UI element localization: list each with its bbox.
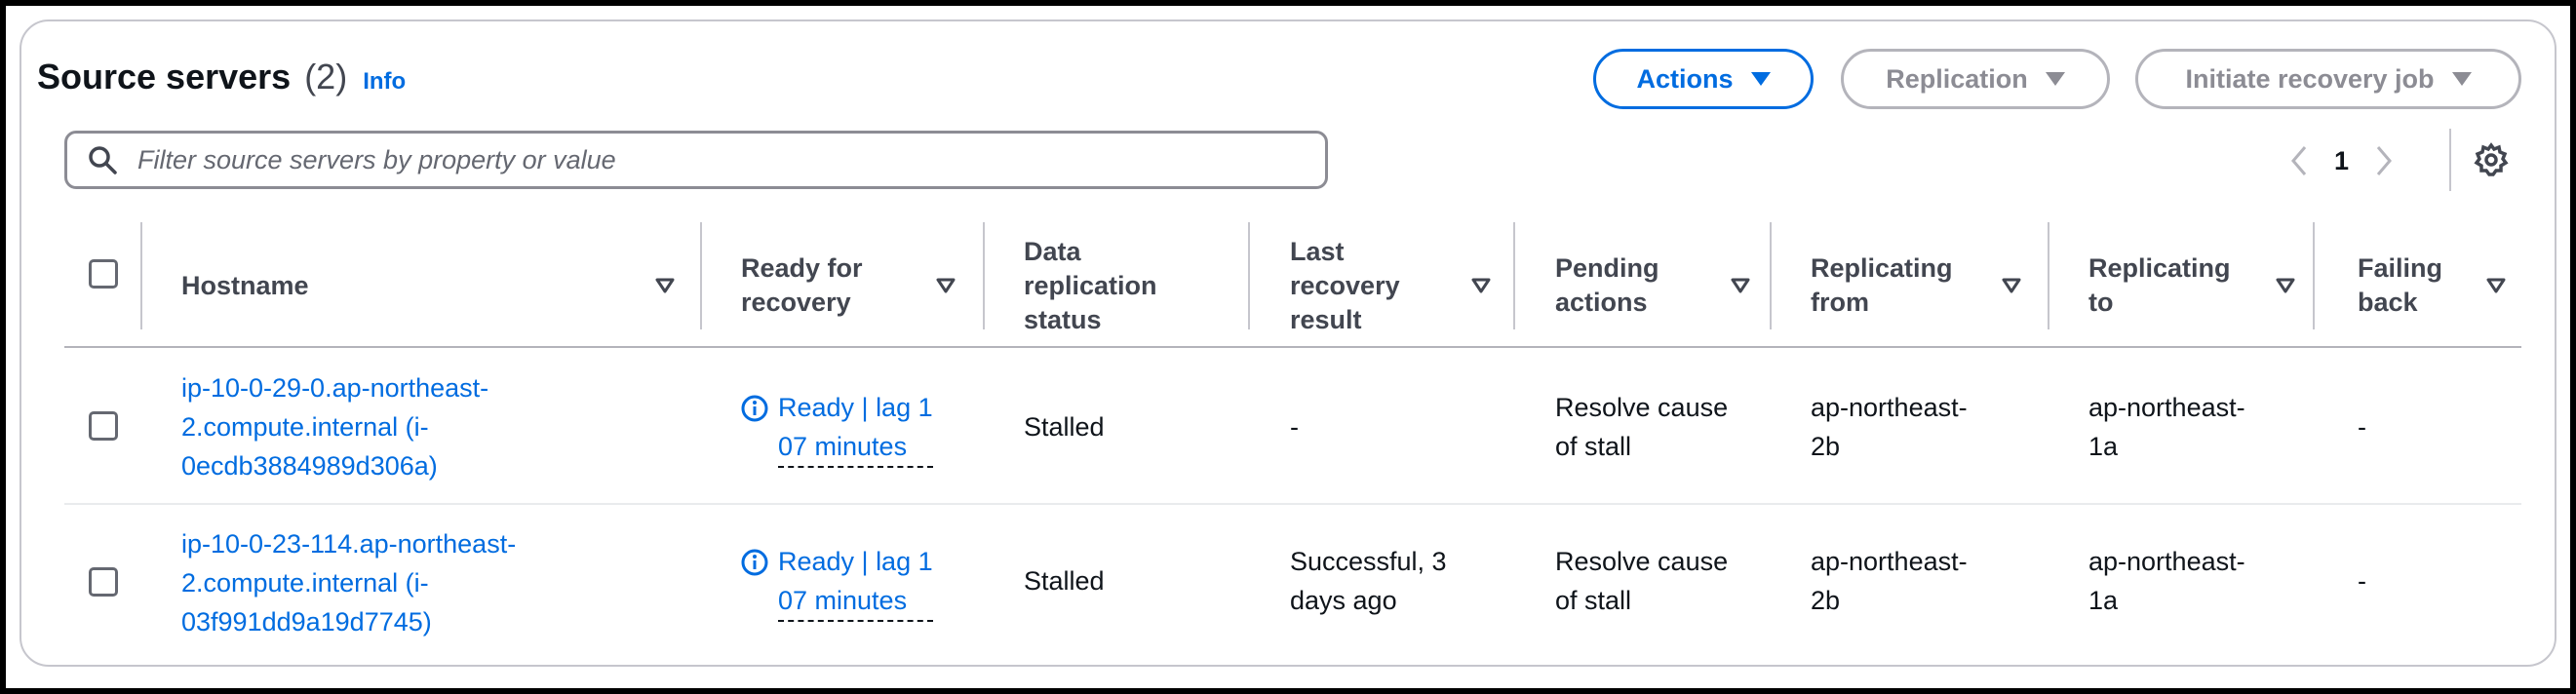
- last-recovery-value: Successful, 3 days ago: [1290, 547, 1447, 615]
- column-header-failing-back[interactable]: Failing back: [2358, 224, 2506, 347]
- current-page-number[interactable]: 1: [2334, 146, 2349, 176]
- hostname-link[interactable]: ip-10-0-23-114.ap-northeast- 2.compute.i…: [181, 524, 516, 641]
- ready-status-label[interactable]: Ready | lag 1 07 minutes: [778, 542, 933, 622]
- column-divider: [1770, 222, 1772, 329]
- column-header-label: Pending actions: [1555, 253, 1659, 317]
- column-divider: [700, 222, 702, 329]
- replicating-from-value: ap-northeast- 2b: [1811, 393, 1968, 461]
- failing-back-value: -: [2358, 412, 2366, 442]
- sort-caret-icon[interactable]: [655, 278, 675, 293]
- replicating-to-value: ap-northeast- 1a: [2088, 547, 2245, 615]
- pagination: 1: [2289, 136, 2394, 185]
- column-header-replicating-from[interactable]: Replicating from: [1811, 224, 2021, 347]
- column-header-hostname[interactable]: Hostname: [181, 224, 675, 347]
- chevron-left-icon[interactable]: [2289, 144, 2309, 177]
- sort-caret-icon[interactable]: [1731, 278, 1750, 293]
- column-divider: [983, 222, 985, 329]
- row-checkbox[interactable]: [89, 411, 118, 441]
- actions-button-label: Actions: [1636, 63, 1734, 94]
- search-input[interactable]: [136, 143, 1290, 176]
- sort-caret-icon[interactable]: [1471, 278, 1491, 293]
- chevron-right-icon[interactable]: [2374, 144, 2394, 177]
- column-header-label: Replicating from: [1811, 253, 1953, 317]
- column-divider: [140, 222, 142, 329]
- row-checkbox[interactable]: [89, 567, 118, 597]
- actions-button[interactable]: Actions: [1593, 49, 1814, 109]
- info-circle-icon: [741, 395, 768, 422]
- column-header-label: Failing back: [2358, 253, 2442, 317]
- last-recovery-value: -: [1290, 412, 1299, 442]
- column-header-pending-actions[interactable]: Pending actions: [1555, 224, 1750, 347]
- server-count: (2): [304, 57, 348, 96]
- replication-button-label: Replication: [1886, 63, 2028, 94]
- search-icon: [87, 144, 118, 175]
- column-divider: [1513, 222, 1515, 329]
- sort-caret-icon[interactable]: [2002, 278, 2021, 293]
- caret-down-icon: [1750, 72, 1771, 86]
- column-header-last-recovery-result[interactable]: Last recovery result: [1290, 224, 1491, 347]
- column-header-ready-for-recovery[interactable]: Ready for recovery: [741, 224, 956, 347]
- column-divider: [2048, 222, 2049, 329]
- page-title: Source servers: [37, 57, 292, 96]
- column-header-replicating-to[interactable]: Replicating to: [2088, 224, 2295, 347]
- pager-divider: [2449, 129, 2451, 191]
- info-circle-icon: [741, 549, 768, 576]
- row-divider: [64, 503, 2521, 505]
- failing-back-value: -: [2358, 566, 2366, 596]
- column-header-label: Data replication status: [1024, 236, 1157, 334]
- settings-gear-icon[interactable]: [2474, 142, 2509, 177]
- sort-caret-icon[interactable]: [936, 278, 956, 293]
- column-header-data-replication-status[interactable]: Data replication status: [1024, 224, 1238, 347]
- initiate-recovery-job-label: Initiate recovery job: [2185, 63, 2435, 94]
- replication-button[interactable]: Replication: [1841, 49, 2110, 109]
- panel-header: Source servers (2) Info: [37, 57, 406, 97]
- column-divider: [1248, 222, 1250, 329]
- replication-status-value: Stalled: [1024, 566, 1105, 596]
- hostname-link[interactable]: ip-10-0-29-0.ap-northeast- 2.compute.int…: [181, 368, 488, 485]
- replicating-to-value: ap-northeast- 1a: [2088, 393, 2245, 461]
- column-divider: [2313, 222, 2315, 329]
- sort-caret-icon[interactable]: [2276, 278, 2295, 293]
- pending-actions-value: Resolve cause of stall: [1555, 547, 1729, 615]
- ready-status[interactable]: Ready | lag 1 07 minutes: [741, 388, 933, 468]
- caret-down-icon: [2045, 72, 2065, 86]
- column-header-label: Hostname: [181, 270, 309, 300]
- ready-status-label[interactable]: Ready | lag 1 07 minutes: [778, 388, 933, 468]
- table-header-divider: [64, 346, 2521, 348]
- caret-down-icon: [2451, 72, 2472, 86]
- pending-actions-value: Resolve cause of stall: [1555, 393, 1729, 461]
- column-header-label: Replicating to: [2088, 253, 2231, 317]
- replicating-from-value: ap-northeast- 2b: [1811, 547, 1968, 615]
- sort-caret-icon[interactable]: [2486, 278, 2506, 293]
- column-header-label: Ready for recovery: [741, 253, 863, 317]
- initiate-recovery-job-button[interactable]: Initiate recovery job: [2135, 49, 2521, 109]
- filter-search-box[interactable]: [64, 131, 1328, 189]
- select-all-checkbox[interactable]: [89, 259, 118, 289]
- column-header-label: Last recovery result: [1290, 236, 1400, 334]
- info-link[interactable]: Info: [363, 68, 406, 96]
- ready-status[interactable]: Ready | lag 1 07 minutes: [741, 542, 933, 622]
- replication-status-value: Stalled: [1024, 412, 1105, 442]
